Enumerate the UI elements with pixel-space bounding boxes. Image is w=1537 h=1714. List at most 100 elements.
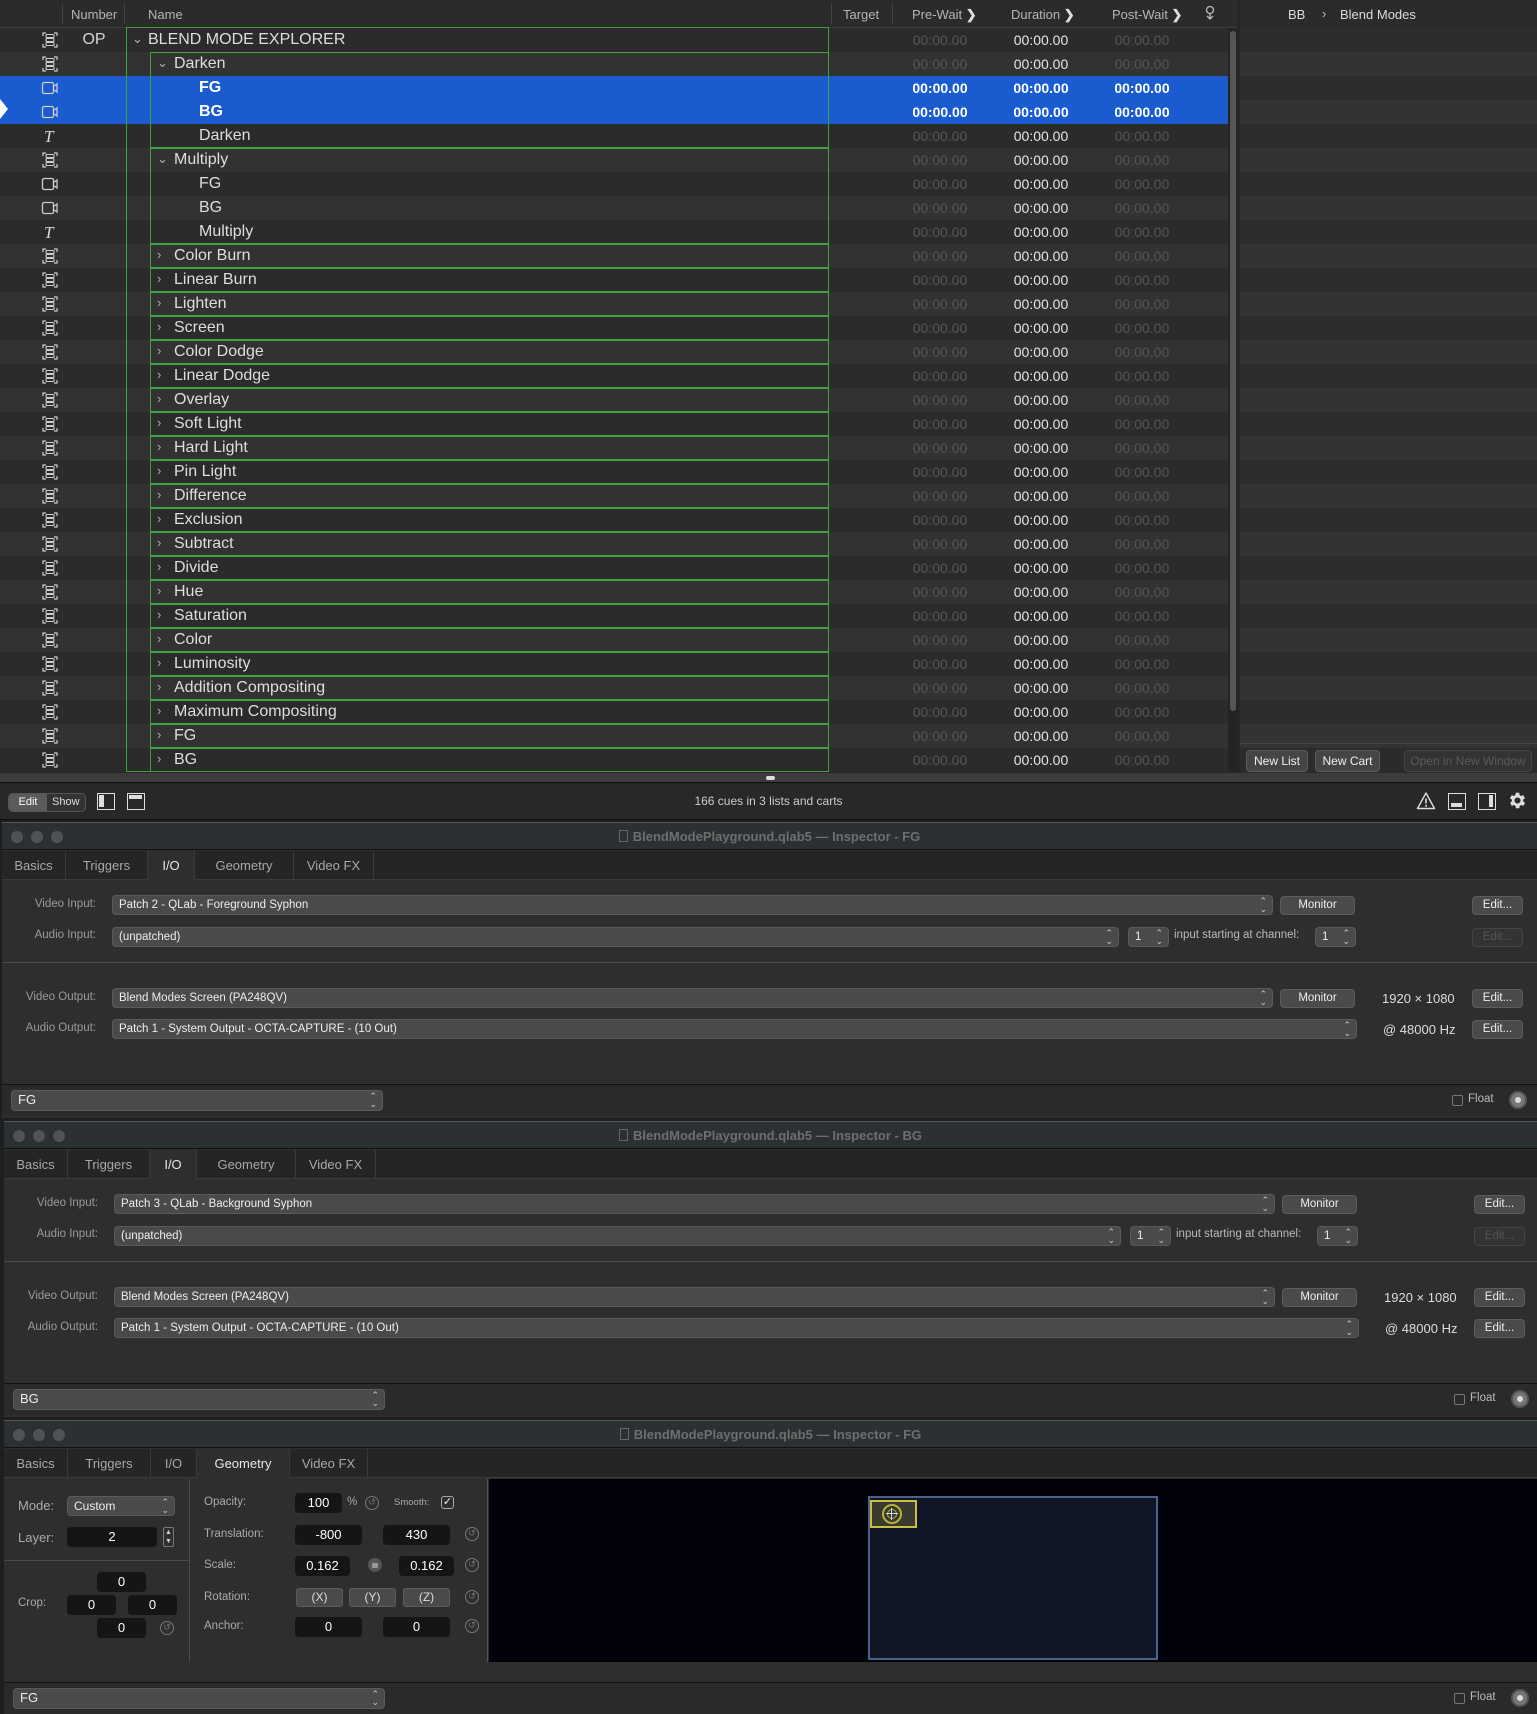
- cue-name[interactable]: Linear Dodge: [174, 367, 270, 385]
- cue-prewait[interactable]: 00:00.00: [895, 584, 985, 600]
- reset-icon[interactable]: ↺: [465, 1558, 479, 1572]
- cue-row[interactable]: ⌄ Multiply 00:00.00 00:00.00 00:00.00: [0, 148, 1228, 172]
- cue-row[interactable]: › Hard Light 00:00.00 00:00.00 00:00.00: [0, 436, 1228, 460]
- cue-prewait[interactable]: 00:00.00: [895, 608, 985, 624]
- new-list-button[interactable]: New List: [1246, 750, 1308, 772]
- cue-duration[interactable]: 00:00.00: [996, 512, 1086, 528]
- video-output-monitor-button[interactable]: Monitor: [1280, 989, 1355, 1008]
- cue-duration[interactable]: 00:00.00: [996, 656, 1086, 672]
- cue-postwait[interactable]: 00:00.00: [1097, 176, 1187, 192]
- cue-duration[interactable]: 00:00.00: [996, 752, 1086, 768]
- reset-icon[interactable]: ↺: [365, 1496, 379, 1510]
- audio-input-count-stepper[interactable]: 1 ⌃ ⌄: [1128, 927, 1169, 947]
- cue-postwait[interactable]: 00:00.00: [1097, 224, 1187, 240]
- cue-duration[interactable]: 00:00.00: [996, 392, 1086, 408]
- split-handle[interactable]: [766, 776, 775, 780]
- lists-header[interactable]: BB › Blend Modes: [1240, 0, 1537, 28]
- cue-number[interactable]: OP: [82, 31, 106, 49]
- cue-postwait[interactable]: 00:00.00: [1097, 560, 1187, 576]
- cue-row[interactable]: › Pin Light 00:00.00 00:00.00 00:00.00: [0, 460, 1228, 484]
- cue-duration[interactable]: 00:00.00: [996, 344, 1086, 360]
- cue-duration[interactable]: 00:00.00: [996, 488, 1086, 504]
- cue-prewait[interactable]: 00:00.00: [895, 248, 985, 264]
- chevron-right-icon[interactable]: ›: [157, 367, 161, 382]
- column-target[interactable]: Target: [843, 7, 879, 22]
- chevron-right-icon[interactable]: ›: [157, 343, 161, 358]
- crop-top-field[interactable]: 0: [97, 1572, 146, 1592]
- cue-name[interactable]: Maximum Compositing: [174, 703, 337, 721]
- tab-geometry[interactable]: Geometry: [197, 1150, 296, 1179]
- cue-name[interactable]: Darken: [174, 55, 226, 73]
- tab-geometry[interactable]: Geometry: [195, 851, 294, 880]
- chevron-right-icon[interactable]: ›: [157, 631, 161, 646]
- chevron-right-icon[interactable]: ›: [157, 271, 161, 286]
- cue-prewait[interactable]: 00:00.00: [895, 488, 985, 504]
- audio-input-popup[interactable]: (unpatched) ⌃ ⌄: [112, 927, 1119, 947]
- reset-icon[interactable]: ↺: [465, 1527, 479, 1541]
- cue-duration[interactable]: 00:00.00: [996, 272, 1086, 288]
- mode-popup[interactable]: Custom ⌃ ⌄: [67, 1496, 175, 1516]
- chevron-right-icon[interactable]: ›: [157, 535, 161, 550]
- video-input-monitor-button[interactable]: Monitor: [1282, 1195, 1357, 1214]
- cue-duration[interactable]: 00:00.00: [996, 728, 1086, 744]
- cue-postwait[interactable]: 00:00.00: [1097, 296, 1187, 312]
- video-input-edit-button[interactable]: Edit...: [1474, 1195, 1525, 1214]
- cue-select-popup[interactable]: FG ⌃ ⌄: [11, 1090, 383, 1111]
- cue-prewait[interactable]: 00:00.00: [895, 728, 985, 744]
- cue-name[interactable]: Subtract: [174, 535, 234, 553]
- toggle-right-panel-icon[interactable]: [1478, 793, 1496, 810]
- rotation-y-button[interactable]: (Y): [349, 1588, 396, 1607]
- video-output-monitor-button[interactable]: Monitor: [1282, 1288, 1357, 1307]
- cue-postwait[interactable]: 00:00.00: [1097, 656, 1187, 672]
- cue-name[interactable]: Hue: [174, 583, 203, 601]
- chevron-right-icon[interactable]: ›: [157, 727, 161, 742]
- cue-postwait[interactable]: 00:00.00: [1097, 200, 1187, 216]
- cue-prewait[interactable]: 00:00.00: [895, 536, 985, 552]
- cue-row[interactable]: › Lighten 00:00.00 00:00.00 00:00.00: [0, 292, 1228, 316]
- chevron-right-icon[interactable]: ›: [157, 511, 161, 526]
- cue-postwait[interactable]: 00:00.00: [1097, 32, 1187, 48]
- layer-stepper[interactable]: ▲ ▼: [163, 1527, 174, 1547]
- float-checkbox[interactable]: [1452, 1095, 1463, 1106]
- cue-row[interactable]: › Maximum Compositing 00:00.00 00:00.00 00:0…: [0, 700, 1228, 724]
- cue-list-scrollbar[interactable]: [1229, 28, 1237, 770]
- cue-duration[interactable]: 00:00.00: [996, 608, 1086, 624]
- cue-name[interactable]: Hard Light: [174, 439, 248, 457]
- cue-postwait[interactable]: 00:00.00: [1097, 728, 1187, 744]
- tab-io[interactable]: I/O: [148, 851, 195, 881]
- tab-basics[interactable]: Basics: [2, 851, 66, 880]
- cue-name[interactable]: BG: [199, 103, 223, 121]
- cue-postwait[interactable]: 00:00.00: [1097, 392, 1187, 408]
- translation-x-field[interactable]: -800: [295, 1525, 362, 1545]
- chevron-right-icon[interactable]: ›: [157, 583, 161, 598]
- cue-prewait[interactable]: 00:00.00: [895, 320, 985, 336]
- inspector-action-icon[interactable]: [1509, 1091, 1527, 1109]
- cue-prewait[interactable]: 00:00.00: [895, 296, 985, 312]
- cue-name[interactable]: FG: [199, 79, 221, 97]
- cue-prewait[interactable]: 00:00.00: [895, 752, 985, 768]
- cue-duration[interactable]: 00:00.00: [996, 224, 1086, 240]
- cue-name[interactable]: FG: [199, 175, 221, 193]
- warning-icon[interactable]: [1416, 791, 1436, 816]
- tab-videofx[interactable]: Video FX: [294, 851, 374, 880]
- cue-prewait[interactable]: 00:00.00: [895, 152, 985, 168]
- cue-duration[interactable]: 00:00.00: [996, 632, 1086, 648]
- cue-postwait[interactable]: 00:00.00: [1097, 320, 1187, 336]
- cue-row[interactable]: FG 00:00.00 00:00.00 00:00.00: [0, 172, 1228, 196]
- cue-name[interactable]: Color: [174, 631, 212, 649]
- cue-row[interactable]: › Divide 00:00.00 00:00.00 00:00.00: [0, 556, 1228, 580]
- tab-triggers[interactable]: Triggers: [66, 851, 148, 880]
- cue-postwait[interactable]: 00:00.00: [1097, 80, 1187, 96]
- cue-row[interactable]: › Linear Dodge 00:00.00 00:00.00 00:00.00: [0, 364, 1228, 388]
- cue-name[interactable]: Luminosity: [174, 655, 250, 673]
- cue-prewait[interactable]: 00:00.00: [895, 104, 985, 120]
- chevron-right-icon[interactable]: ›: [157, 751, 161, 766]
- cue-duration[interactable]: 00:00.00: [996, 176, 1086, 192]
- opacity-field[interactable]: 100: [295, 1493, 342, 1513]
- cue-row[interactable]: › Hue 00:00.00 00:00.00 00:00.00: [0, 580, 1228, 604]
- crop-right-field[interactable]: 0: [128, 1595, 177, 1615]
- audio-output-popup[interactable]: Patch 1 - System Output - OCTA-CAPTURE -…: [114, 1318, 1359, 1338]
- cue-row[interactable]: › Luminosity 00:00.00 00:00.00 00:00.00: [0, 652, 1228, 676]
- cue-duration[interactable]: 00:00.00: [996, 440, 1086, 456]
- scale-lock-icon[interactable]: [368, 1558, 382, 1572]
